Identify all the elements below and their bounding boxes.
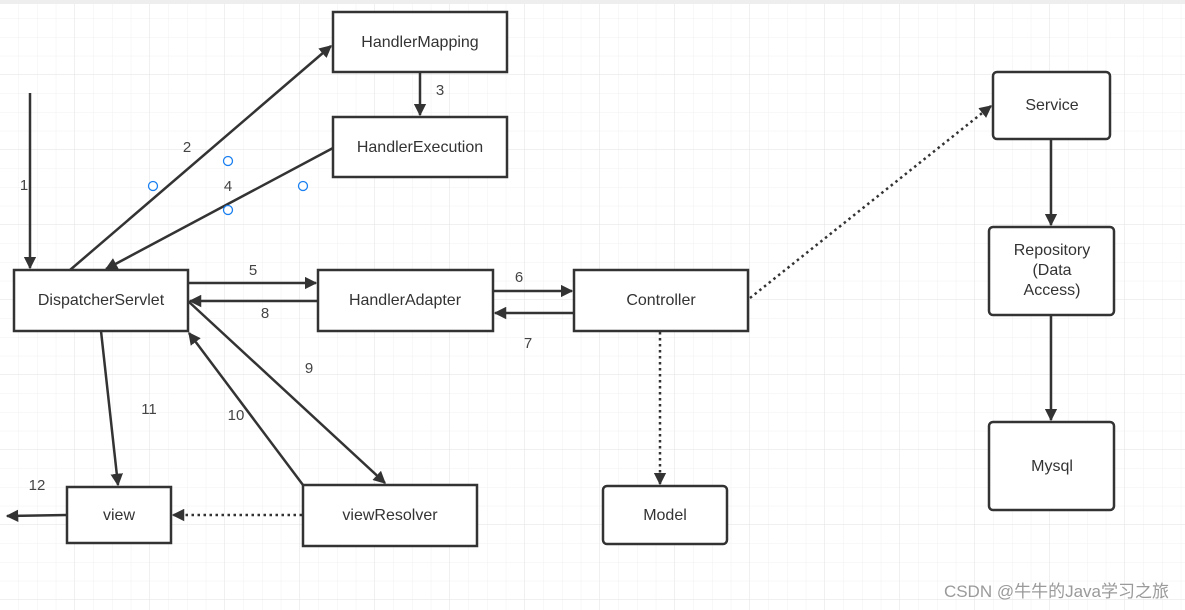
node-label: view xyxy=(103,507,135,524)
node-label: Service xyxy=(1025,97,1078,114)
selection-handle[interactable] xyxy=(297,180,309,192)
edge-label-4: 4 xyxy=(224,178,232,195)
node-controller[interactable]: Controller xyxy=(572,268,750,333)
selection-handle[interactable] xyxy=(222,204,234,216)
edge-label-9: 9 xyxy=(305,360,313,377)
watermark: CSDN @牛牛的Java学习之旅 xyxy=(943,582,1169,601)
node-label: Access) xyxy=(1024,282,1081,299)
node-label: HandlerAdapter xyxy=(349,292,462,309)
node-view-resolver[interactable]: viewResolver xyxy=(301,483,479,548)
node-repository[interactable]: Repository (Data Access) xyxy=(987,225,1116,317)
node-label: Model xyxy=(643,507,687,524)
selection-handle[interactable] xyxy=(147,180,159,192)
node-model[interactable]: Model xyxy=(601,484,729,546)
node-handler-execution[interactable]: HandlerExecution xyxy=(331,115,509,179)
selection-handle[interactable] xyxy=(222,155,234,167)
node-mysql[interactable]: Mysql xyxy=(987,420,1116,512)
node-label: HandlerExecution xyxy=(357,139,483,156)
node-label: HandlerMapping xyxy=(361,34,478,51)
diagram-canvas: HandlerMapping HandlerExecution Dispatch… xyxy=(0,0,1185,610)
node-dispatcher-servlet[interactable]: DispatcherServlet xyxy=(12,268,190,333)
edge-label-6: 6 xyxy=(515,269,523,286)
top-bar xyxy=(0,0,1185,4)
edge-label-7: 7 xyxy=(524,335,532,352)
node-service[interactable]: Service xyxy=(991,70,1112,141)
edge-label-8: 8 xyxy=(261,305,269,322)
node-handler-mapping[interactable]: HandlerMapping xyxy=(331,10,509,74)
edge-label-12: 12 xyxy=(29,477,46,494)
node-label: Controller xyxy=(626,292,696,309)
node-label: DispatcherServlet xyxy=(38,292,165,309)
node-view[interactable]: view xyxy=(65,485,173,545)
node-label: Repository xyxy=(1014,242,1090,259)
node-label: viewResolver xyxy=(342,507,438,524)
edge-label-5: 5 xyxy=(249,262,257,279)
edge-label-2: 2 xyxy=(183,139,191,156)
node-label: Mysql xyxy=(1031,458,1073,475)
node-handler-adapter[interactable]: HandlerAdapter xyxy=(316,268,495,333)
edge-label-1: 1 xyxy=(20,177,28,194)
edge-12[interactable] xyxy=(5,509,68,523)
node-label: (Data xyxy=(1032,262,1071,279)
edge-label-3: 3 xyxy=(436,82,444,99)
edge-label-10: 10 xyxy=(228,407,245,424)
edge-label-11: 11 xyxy=(141,401,157,418)
